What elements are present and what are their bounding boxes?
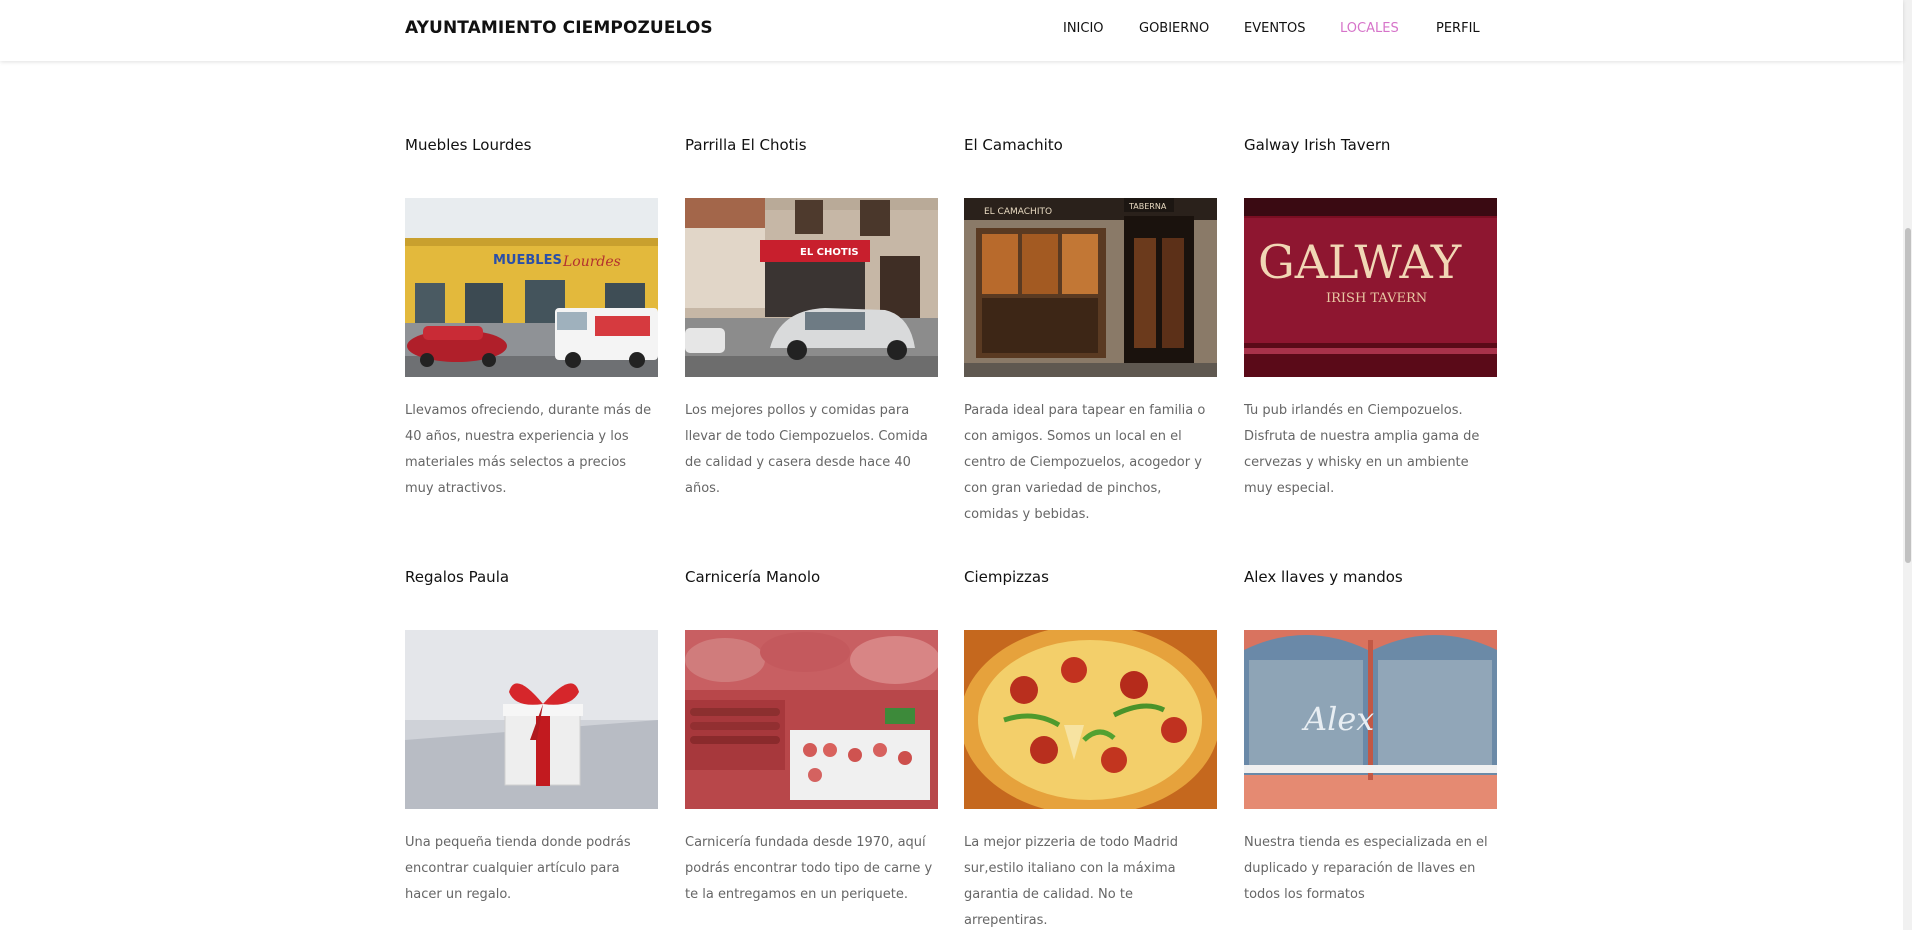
local-description: Tu pub irlandés en Ciempozuelos. Disfrut… [1244,403,1480,496]
scrollbar-thumb[interactable] [1905,228,1911,563]
gift-box-image[interactable] [405,630,658,809]
local-card: Regalos Paula Una pequeña tienda donde p… [405,568,658,902]
local-card: Alex llaves y mandos Alex Nuestra tienda… [1244,568,1497,902]
main-nav: INICIO GOBIERNO EVENTOS LOCALES PERFIL [0,21,1903,41]
local-card: Ciempizzas La mejor pizzeria de todo Mad… [964,568,1217,928]
local-card: Parrilla El Chotis EL CHOTIS Los mejores… [685,136,938,496]
local-card: Carnicería Manolo Carnicería fundada des… [685,568,938,902]
svg-text:Lourdes: Lourdes [562,254,621,270]
grill-restaurant-image[interactable]: EL CHOTIS [685,198,938,377]
local-title[interactable]: Parrilla El Chotis [685,136,938,156]
svg-text:Alex: Alex [1301,700,1374,738]
local-card: Muebles Lourdes MUEBLES Lourdes Llevamos… [405,136,658,496]
svg-text:TABERNA: TABERNA [1128,202,1167,211]
local-description: Carnicería fundada desde 1970, aquí podr… [685,835,933,902]
nav-link-eventos[interactable]: EVENTOS [1244,21,1305,36]
local-description: La mejor pizzeria de todo Madrid sur,est… [964,835,1179,928]
svg-text:GALWAY: GALWAY [1258,235,1462,289]
nav-link-perfil[interactable]: PERFIL [1436,21,1480,36]
key-shop-image[interactable]: Alex [1244,630,1497,809]
svg-text:MUEBLES: MUEBLES [493,253,562,268]
local-description: Parada ideal para tapear en familia o co… [964,403,1206,522]
local-card: El Camachito EL CAMACHITO TABERNA Parada… [964,136,1217,522]
top-navbar: AYUNTAMIENTO CIEMPOZUELOS INICIO GOBIERN… [0,0,1903,61]
local-title[interactable]: Alex llaves y mandos [1244,568,1497,588]
local-title[interactable]: El Camachito [964,136,1217,156]
svg-text:EL CHOTIS: EL CHOTIS [800,247,859,258]
svg-text:EL CAMACHITO: EL CAMACHITO [984,207,1052,217]
svg-text:IRISH TAVERN: IRISH TAVERN [1326,291,1427,306]
pizza-image[interactable] [964,630,1217,809]
local-title[interactable]: Ciempizzas [964,568,1217,588]
local-title[interactable]: Muebles Lourdes [405,136,658,156]
nav-link-inicio[interactable]: INICIO [1063,21,1104,36]
irish-pub-image[interactable]: GALWAY IRISH TAVERN [1244,198,1497,377]
furniture-store-image[interactable]: MUEBLES Lourdes [405,198,658,377]
nav-link-gobierno[interactable]: GOBIERNO [1139,21,1209,36]
tapas-bar-image[interactable]: EL CAMACHITO TABERNA [964,198,1217,377]
butcher-meat-image[interactable] [685,630,938,809]
local-description: Los mejores pollos y comidas para llevar… [685,403,928,496]
local-title[interactable]: Galway Irish Tavern [1244,136,1497,156]
local-description: Una pequeña tienda donde podrás encontra… [405,835,631,902]
local-description: Nuestra tienda es especializada en el du… [1244,835,1488,902]
local-description: Llevamos ofreciendo, durante más de 40 a… [405,403,652,496]
nav-link-locales[interactable]: LOCALES [1340,21,1399,36]
local-title[interactable]: Carnicería Manolo [685,568,938,588]
local-title[interactable]: Regalos Paula [405,568,658,588]
local-card: Galway Irish Tavern GALWAY IRISH TAVERN … [1244,136,1497,496]
